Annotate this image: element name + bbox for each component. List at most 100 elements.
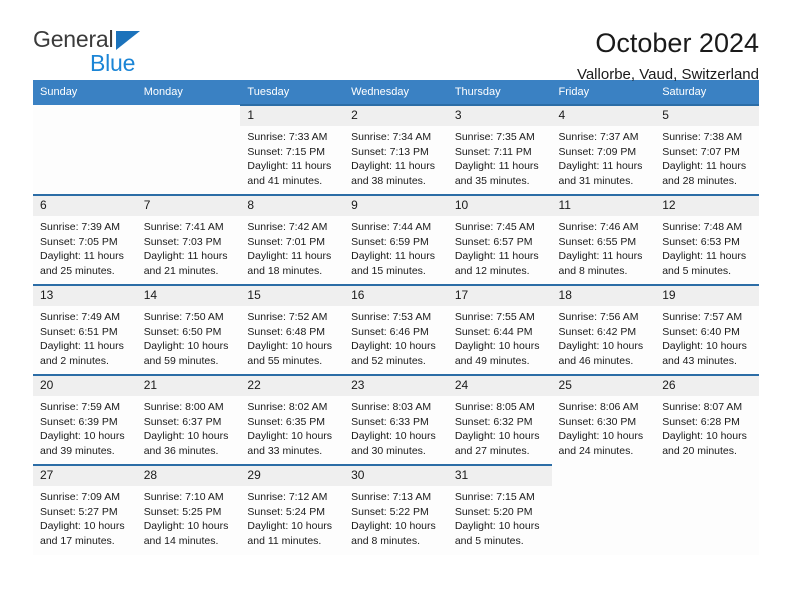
day-details: Sunrise: 7:45 AM Sunset: 6:57 PM Daylight:… [448, 216, 552, 278]
day-details: Sunrise: 7:15 AM Sunset: 5:20 PM Daylight:… [448, 486, 552, 548]
sunrise-text: Sunrise: 7:15 AM [454, 491, 535, 504]
calendar-day-cell[interactable]: 20 Sunrise: 7:59 AM Sunset: 6:39 PM Dayligh… [33, 374, 137, 465]
weekday-header-saturday: Saturday [655, 80, 759, 105]
calendar-day-cell[interactable]: 13 Sunrise: 7:49 AM Sunset: 6:51 PM Dayligh… [33, 284, 137, 375]
day-number: 20 [33, 376, 137, 397]
calendar-day-cell[interactable]: 9 Sunrise: 7:44 AM Sunset: 6:59 PM Daylight… [344, 194, 448, 285]
calendar-day-cell[interactable]: 27 Sunrise: 7:09 AM Sunset: 5:27 PM Dayligh… [33, 464, 137, 555]
day-number: 16 [344, 286, 448, 307]
sunset-text: Sunset: 7:03 PM [143, 235, 222, 248]
day-details: Sunrise: 7:35 AM Sunset: 7:11 PM Daylight:… [448, 126, 552, 188]
calendar-day-cell[interactable]: 21 Sunrise: 8:00 AM Sunset: 6:37 PM Dayligh… [136, 374, 241, 465]
day-details: Sunrise: 7:13 AM Sunset: 5:22 PM Daylight:… [344, 486, 448, 548]
calendar-day-cell[interactable]: 2 Sunrise: 7:34 AM Sunset: 7:13 PM Daylight… [344, 104, 448, 195]
calendar-day-cell[interactable]: 24 Sunrise: 8:05 AM Sunset: 6:32 PM Dayligh… [447, 374, 552, 465]
day-number: 12 [655, 196, 759, 217]
daylight-text-line2: and 39 minutes. [40, 444, 115, 457]
calendar-day-cell[interactable]: 11 Sunrise: 7:46 AM Sunset: 6:55 PM Dayligh… [551, 194, 656, 285]
daylight-text-line2: and 24 minutes. [558, 444, 634, 457]
day-number: 22 [240, 376, 345, 397]
calendar-day-cell[interactable]: 1 Sunrise: 7:33 AM Sunset: 7:15 PM Daylight… [240, 104, 345, 195]
weekday-headers: Sunday Monday Tuesday Wednesday Thursday Frid… [33, 80, 759, 105]
sunset-text: Sunset: 6:37 PM [143, 415, 222, 428]
sunrise-text: Sunrise: 7:44 AM [351, 221, 432, 234]
daylight-text-line1: Daylight: 11 hours [454, 250, 539, 263]
calendar-day-cell[interactable]: 18 Sunrise: 7:56 AM Sunset: 6:42 PM Dayligh… [551, 284, 656, 375]
day-number: 27 [33, 466, 137, 487]
calendar-day-cell[interactable]: 16 Sunrise: 7:53 AM Sunset: 6:46 PM Dayligh… [344, 284, 448, 375]
calendar-week-row: 27 Sunrise: 7:09 AM Sunset: 5:27 PM Dayligh… [33, 464, 759, 555]
page-masthead: General Blue October 2024 Vallorbe, Vaud… [33, 0, 759, 84]
daylight-text-line2: and 14 minutes. [143, 534, 219, 547]
day-number: 21 [136, 376, 241, 397]
calendar-day-cell[interactable]: 28 Sunrise: 7:10 AM Sunset: 5:25 PM Dayligh… [136, 464, 241, 555]
sunset-text: Sunset: 6:48 PM [247, 325, 326, 338]
calendar-day-cell[interactable]: 30 Sunrise: 7:13 AM Sunset: 5:22 PM Dayligh… [344, 464, 448, 555]
day-number: 18 [551, 286, 656, 307]
sunset-text: Sunset: 6:57 PM [454, 235, 533, 248]
sunrise-text: Sunrise: 7:41 AM [143, 221, 224, 234]
sunrise-text: Sunrise: 7:50 AM [143, 311, 224, 324]
sunset-text: Sunset: 7:05 PM [40, 235, 118, 248]
sunset-text: Sunset: 6:39 PM [40, 415, 118, 428]
daylight-text-line2: and 41 minutes. [247, 174, 323, 187]
daylight-text-line2: and 52 minutes. [351, 354, 426, 367]
calendar-day-cell[interactable]: 19 Sunrise: 7:57 AM Sunset: 6:40 PM Dayligh… [655, 284, 759, 375]
calendar-day-cell[interactable]: 26 Sunrise: 8:07 AM Sunset: 6:28 PM Dayligh… [655, 374, 759, 465]
calendar-day-cell[interactable]: 8 Sunrise: 7:42 AM Sunset: 7:01 PM Daylight… [240, 194, 345, 285]
calendar-day-cell[interactable]: 25 Sunrise: 8:06 AM Sunset: 6:30 PM Dayligh… [551, 374, 656, 465]
calendar-day-cell[interactable]: 14 Sunrise: 7:50 AM Sunset: 6:50 PM Dayligh… [136, 284, 241, 375]
day-details: Sunrise: 7:41 AM Sunset: 7:03 PM Daylight:… [137, 216, 241, 278]
calendar-day-cell[interactable]: 31 Sunrise: 7:15 AM Sunset: 5:20 PM Dayligh… [447, 464, 552, 555]
calendar-day-cell[interactable]: 23 Sunrise: 8:03 AM Sunset: 6:33 PM Dayligh… [344, 374, 448, 465]
daylight-text-line1: Daylight: 10 hours [558, 430, 644, 443]
sunrise-text: Sunrise: 7:13 AM [351, 491, 432, 504]
day-number: 1 [240, 106, 345, 127]
logo-triangle-icon [116, 31, 140, 50]
calendar-day-cell[interactable]: 22 Sunrise: 8:02 AM Sunset: 6:35 PM Dayligh… [240, 374, 345, 465]
day-details: Sunrise: 7:12 AM Sunset: 5:24 PM Daylight:… [240, 486, 344, 548]
general-blue-logo: General Blue [33, 28, 163, 78]
sunset-text: Sunset: 6:53 PM [662, 235, 740, 248]
calendar-day-cell[interactable]: 7 Sunrise: 7:41 AM Sunset: 7:03 PM Daylight… [136, 194, 241, 285]
day-details: Sunrise: 7:59 AM Sunset: 6:39 PM Daylight:… [33, 396, 137, 458]
daylight-text-line2: and 31 minutes. [558, 174, 634, 187]
day-details: Sunrise: 7:52 AM Sunset: 6:48 PM Daylight:… [240, 306, 344, 368]
calendar-day-cell[interactable]: 5 Sunrise: 7:38 AM Sunset: 7:07 PM Daylight… [655, 104, 759, 195]
calendar-day-cell[interactable]: 15 Sunrise: 7:52 AM Sunset: 6:48 PM Dayligh… [240, 284, 345, 375]
day-number: 3 [447, 106, 552, 127]
calendar-day-cell[interactable]: 3 Sunrise: 7:35 AM Sunset: 7:11 PM Daylight… [447, 104, 552, 195]
day-details: Sunrise: 7:57 AM Sunset: 6:40 PM Daylight:… [655, 306, 759, 368]
daylight-text-line1: Daylight: 11 hours [40, 250, 124, 263]
calendar-day-cell[interactable]: 12 Sunrise: 7:48 AM Sunset: 6:53 PM Dayligh… [655, 194, 759, 285]
day-number: 10 [447, 196, 552, 217]
day-number: 17 [447, 286, 552, 307]
calendar-day-cell[interactable]: 17 Sunrise: 7:55 AM Sunset: 6:44 PM Dayligh… [447, 284, 552, 375]
daylight-text-line2: and 15 minutes. [351, 264, 426, 277]
daylight-text-line2: and 28 minutes. [662, 174, 737, 187]
day-number: 14 [136, 286, 241, 307]
weekday-header-wednesday: Wednesday [344, 80, 448, 105]
day-details: Sunrise: 7:34 AM Sunset: 7:13 PM Daylight:… [344, 126, 448, 188]
calendar-day-cell[interactable]: 4 Sunrise: 7:37 AM Sunset: 7:09 PM Daylight… [551, 104, 656, 195]
calendar-week-row: 1 Sunrise: 7:33 AM Sunset: 7:15 PM Daylight… [33, 104, 759, 195]
sunrise-text: Sunrise: 7:35 AM [454, 131, 535, 144]
daylight-text-line1: Daylight: 10 hours [247, 520, 333, 533]
daylight-text-line1: Daylight: 10 hours [454, 340, 540, 353]
day-details: Sunrise: 7:50 AM Sunset: 6:50 PM Daylight:… [137, 306, 241, 368]
daylight-text-line2: and 43 minutes. [662, 354, 737, 367]
daylight-text-line1: Daylight: 10 hours [143, 430, 229, 443]
calendar-day-cell[interactable]: 6 Sunrise: 7:39 AM Sunset: 7:05 PM Daylight… [33, 194, 137, 285]
sunrise-text: Sunrise: 7:12 AM [247, 491, 328, 504]
calendar-week-row: 13 Sunrise: 7:49 AM Sunset: 6:51 PM Dayligh… [33, 284, 759, 375]
sunrise-text: Sunrise: 7:55 AM [454, 311, 535, 324]
sunrise-text: Sunrise: 8:05 AM [454, 401, 535, 414]
daylight-text-line1: Daylight: 11 hours [454, 160, 539, 173]
calendar-day-cell[interactable]: 29 Sunrise: 7:12 AM Sunset: 5:24 PM Dayligh… [240, 464, 345, 555]
day-number: 8 [240, 196, 345, 217]
day-details: Sunrise: 7:55 AM Sunset: 6:44 PM Daylight:… [448, 306, 552, 368]
sunrise-text: Sunrise: 7:52 AM [247, 311, 328, 324]
calendar-day-cell[interactable]: 10 Sunrise: 7:45 AM Sunset: 6:57 PM Dayligh… [447, 194, 552, 285]
sunset-text: Sunset: 7:15 PM [247, 145, 326, 158]
calendar-empty-cell [33, 105, 137, 195]
